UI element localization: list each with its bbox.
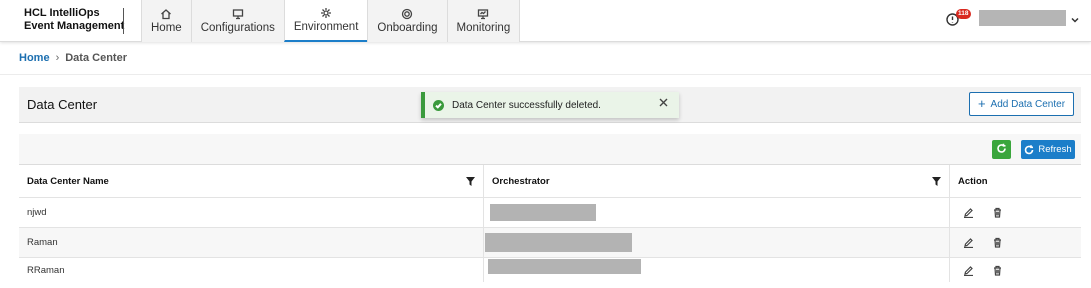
- check-circle-icon: [433, 99, 444, 111]
- nav-item-monitoring[interactable]: Monitoring: [446, 0, 521, 42]
- plus-icon: +: [977, 96, 986, 111]
- column-header-label: Action: [958, 175, 988, 187]
- chevron-down-icon[interactable]: [1070, 12, 1080, 23]
- column-header-label: Data Center Name: [27, 175, 109, 187]
- main-nav: Home Configurations Environment Onboardi…: [141, 0, 521, 42]
- edit-icon[interactable]: [963, 265, 974, 276]
- home-icon: [159, 8, 173, 20]
- configurations-icon: [231, 8, 245, 20]
- top-navigation-bar: HCL IntelliOps Event Management Home Con…: [0, 0, 1091, 42]
- redacted-orchestrator: [490, 204, 596, 221]
- auto-refresh-button[interactable]: [992, 140, 1011, 159]
- table-toolbar: [19, 134, 1081, 164]
- add-data-center-label: Add Data Center: [990, 98, 1066, 110]
- data-center-table: Data Center Name Orchestrator Action njw…: [19, 164, 1081, 282]
- chevron-right-icon: ›: [55, 52, 60, 64]
- brand-divider: [123, 8, 124, 34]
- refresh-icon: [1025, 144, 1034, 154]
- refresh-icon: [996, 141, 1007, 159]
- table-row: njwd: [19, 198, 1081, 228]
- breadcrumb: Home › Data Center: [19, 52, 127, 64]
- nav-label-onboarding: Onboarding: [377, 22, 438, 34]
- trash-icon[interactable]: [992, 265, 1003, 276]
- nav-item-environment[interactable]: Environment: [283, 0, 368, 42]
- filter-icon[interactable]: [466, 177, 475, 186]
- data-center-name: RRaman: [27, 264, 65, 276]
- brand-line-1: HCL IntelliOps: [24, 7, 100, 19]
- add-data-center-button[interactable]: + Add Data Center: [969, 92, 1074, 116]
- success-toast: Data Center successfully deleted.: [421, 92, 679, 118]
- redacted-orchestrator: [488, 259, 641, 274]
- column-header-orchestrator[interactable]: Orchestrator: [484, 165, 950, 197]
- column-header-name[interactable]: Data Center Name: [19, 165, 484, 197]
- filter-icon[interactable]: [932, 177, 941, 186]
- edit-icon[interactable]: [963, 207, 974, 218]
- breadcrumb-divider: [0, 74, 1091, 75]
- nav-item-configurations[interactable]: Configurations: [190, 0, 284, 42]
- nav-item-home[interactable]: Home: [141, 0, 191, 42]
- data-center-name: njwd: [27, 207, 47, 218]
- nav-label-home: Home: [151, 22, 182, 34]
- breadcrumb-home[interactable]: Home: [19, 52, 50, 64]
- user-menu[interactable]: [979, 10, 1066, 26]
- trash-icon[interactable]: [992, 207, 1003, 218]
- nav-label-monitoring: Monitoring: [456, 22, 511, 34]
- column-header-label: Orchestrator: [492, 175, 550, 187]
- column-header-action: Action: [950, 165, 1081, 197]
- notification-count-badge: 118: [956, 9, 971, 19]
- nav-label-configurations: Configurations: [200, 22, 275, 34]
- table-row: RRaman: [19, 258, 1081, 282]
- breadcrumb-current: Data Center: [65, 52, 127, 64]
- data-center-name: Raman: [27, 237, 58, 248]
- close-icon[interactable]: [659, 98, 669, 108]
- brand-logo[interactable]: HCL IntelliOps Event Management: [24, 7, 124, 33]
- nav-label-environment: Environment: [293, 21, 359, 33]
- table-row: Raman: [19, 228, 1081, 258]
- trash-icon[interactable]: [992, 237, 1003, 248]
- redacted-orchestrator: [485, 233, 632, 252]
- brand-line-2: Event Management: [24, 20, 125, 32]
- nav-item-onboarding[interactable]: Onboarding: [367, 0, 447, 42]
- table-header-row: Data Center Name Orchestrator Action: [19, 164, 1081, 198]
- onboarding-icon: [400, 8, 414, 20]
- page-title: Data Center: [27, 97, 98, 112]
- environment-icon: [319, 7, 333, 19]
- edit-icon[interactable]: [963, 237, 974, 248]
- monitoring-icon: [476, 8, 490, 20]
- refresh-label: Refresh: [1038, 144, 1072, 155]
- refresh-button[interactable]: Refresh: [1021, 140, 1075, 159]
- toast-message: Data Center successfully deleted.: [452, 99, 601, 111]
